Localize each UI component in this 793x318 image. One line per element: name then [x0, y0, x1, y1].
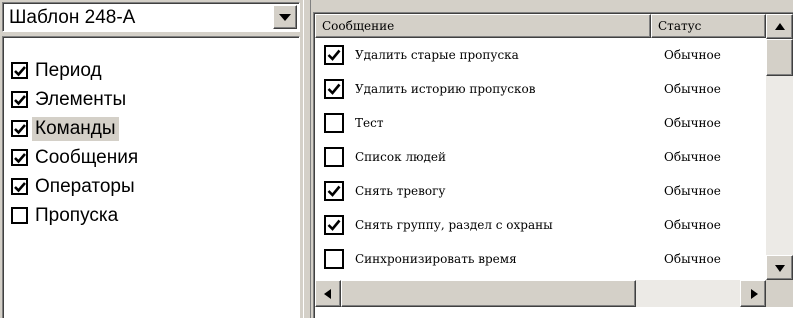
- arrow-left-icon: [324, 288, 331, 299]
- category-item[interactable]: Пропуска: [11, 202, 121, 229]
- row-checkbox[interactable]: [324, 147, 344, 167]
- table-row[interactable]: Удалить историю пропусков Обычное: [315, 73, 760, 107]
- category-item[interactable]: Операторы: [11, 173, 138, 200]
- checkmark-icon: [14, 124, 26, 135]
- checkbox[interactable]: [11, 178, 28, 195]
- row-status: Обычное: [664, 252, 721, 266]
- category-label: Период: [35, 59, 102, 81]
- checkbox[interactable]: [11, 120, 28, 137]
- category-list: Период Элементы Команды Сообщения Операторы П…: [2, 36, 300, 318]
- checkmark-icon: [327, 219, 341, 231]
- arrow-up-icon: [774, 22, 785, 30]
- chevron-down-icon: [279, 14, 291, 21]
- checkbox[interactable]: [11, 91, 28, 108]
- category-item[interactable]: Сообщения: [11, 144, 141, 171]
- table-row[interactable]: Удалить старые пропуска Обычное: [315, 39, 760, 73]
- arrow-right-icon: [751, 288, 758, 299]
- row-message: Синхронизировать время: [355, 252, 517, 266]
- vertical-scroll-thumb[interactable]: [766, 39, 793, 76]
- row-message: Список людей: [355, 150, 446, 164]
- row-status: Обычное: [664, 150, 721, 164]
- template-select-dropdown-button[interactable]: [273, 5, 297, 29]
- row-status: Обычное: [664, 116, 721, 130]
- row-checkbox[interactable]: [324, 45, 344, 65]
- row-status: Обычное: [664, 218, 721, 232]
- table-row[interactable]: Тест Обычное: [315, 107, 760, 141]
- row-checkbox[interactable]: [324, 113, 344, 133]
- checkmark-icon: [327, 83, 341, 95]
- row-status: Обычное: [664, 82, 721, 96]
- checkbox[interactable]: [11, 62, 28, 79]
- horizontal-scrollbar[interactable]: [315, 280, 766, 307]
- row-checkbox[interactable]: [324, 215, 344, 235]
- checkmark-icon: [327, 49, 341, 61]
- row-checkbox[interactable]: [324, 249, 344, 269]
- panel-splitter[interactable]: [303, 0, 311, 318]
- scroll-down-button[interactable]: [766, 255, 793, 280]
- category-label: Команды: [32, 116, 119, 141]
- scroll-right-button[interactable]: [740, 280, 766, 307]
- row-status: Обычное: [664, 184, 721, 198]
- category-item[interactable]: Команды: [11, 115, 119, 142]
- category-label: Пропуска: [35, 204, 119, 226]
- checkmark-icon: [14, 182, 26, 193]
- category-item[interactable]: Элементы: [11, 86, 129, 113]
- table-row[interactable]: Снять тревогу Обычное: [315, 175, 760, 209]
- table-row[interactable]: Снять группу, раздел с охраны Обычное: [315, 209, 760, 243]
- scroll-up-button[interactable]: [766, 14, 793, 39]
- commands-grid: Сообщение Статус Удалить старые пропуска…: [313, 12, 793, 318]
- row-message: Удалить историю пропусков: [355, 82, 536, 96]
- column-header-status[interactable]: Статус: [651, 14, 766, 38]
- row-message: Снять тревогу: [355, 184, 446, 198]
- checkbox[interactable]: [11, 207, 28, 224]
- horizontal-scroll-thumb[interactable]: [341, 280, 636, 307]
- column-header-status-label: Статус: [658, 19, 702, 33]
- vertical-scrollbar[interactable]: [766, 14, 793, 280]
- row-checkbox[interactable]: [324, 181, 344, 201]
- checkmark-icon: [327, 185, 341, 197]
- row-message: Тест: [355, 116, 384, 130]
- column-header-message[interactable]: Сообщение: [315, 14, 651, 38]
- row-checkbox[interactable]: [324, 79, 344, 99]
- column-header-message-label: Сообщение: [322, 19, 395, 33]
- checkmark-icon: [14, 153, 26, 164]
- category-label: Операторы: [35, 175, 135, 197]
- table-row[interactable]: Синхронизировать время Обычное: [315, 243, 760, 277]
- checkmark-icon: [14, 95, 26, 106]
- scrollbar-corner: [766, 280, 793, 307]
- arrow-down-icon: [774, 264, 785, 272]
- row-message: Удалить старые пропуска: [355, 48, 519, 62]
- checkbox[interactable]: [11, 149, 28, 166]
- template-select-value: Шаблон 248-А: [9, 7, 136, 28]
- category-label: Элементы: [35, 88, 127, 110]
- row-message: Снять группу, раздел с охраны: [355, 218, 553, 232]
- table-row[interactable]: Список людей Обычное: [315, 141, 760, 175]
- template-select[interactable]: Шаблон 248-А: [2, 2, 300, 32]
- checkmark-icon: [14, 66, 26, 77]
- row-status: Обычное: [664, 48, 721, 62]
- category-label: Сообщения: [35, 146, 139, 168]
- category-item[interactable]: Период: [11, 57, 105, 84]
- scroll-left-button[interactable]: [315, 280, 341, 307]
